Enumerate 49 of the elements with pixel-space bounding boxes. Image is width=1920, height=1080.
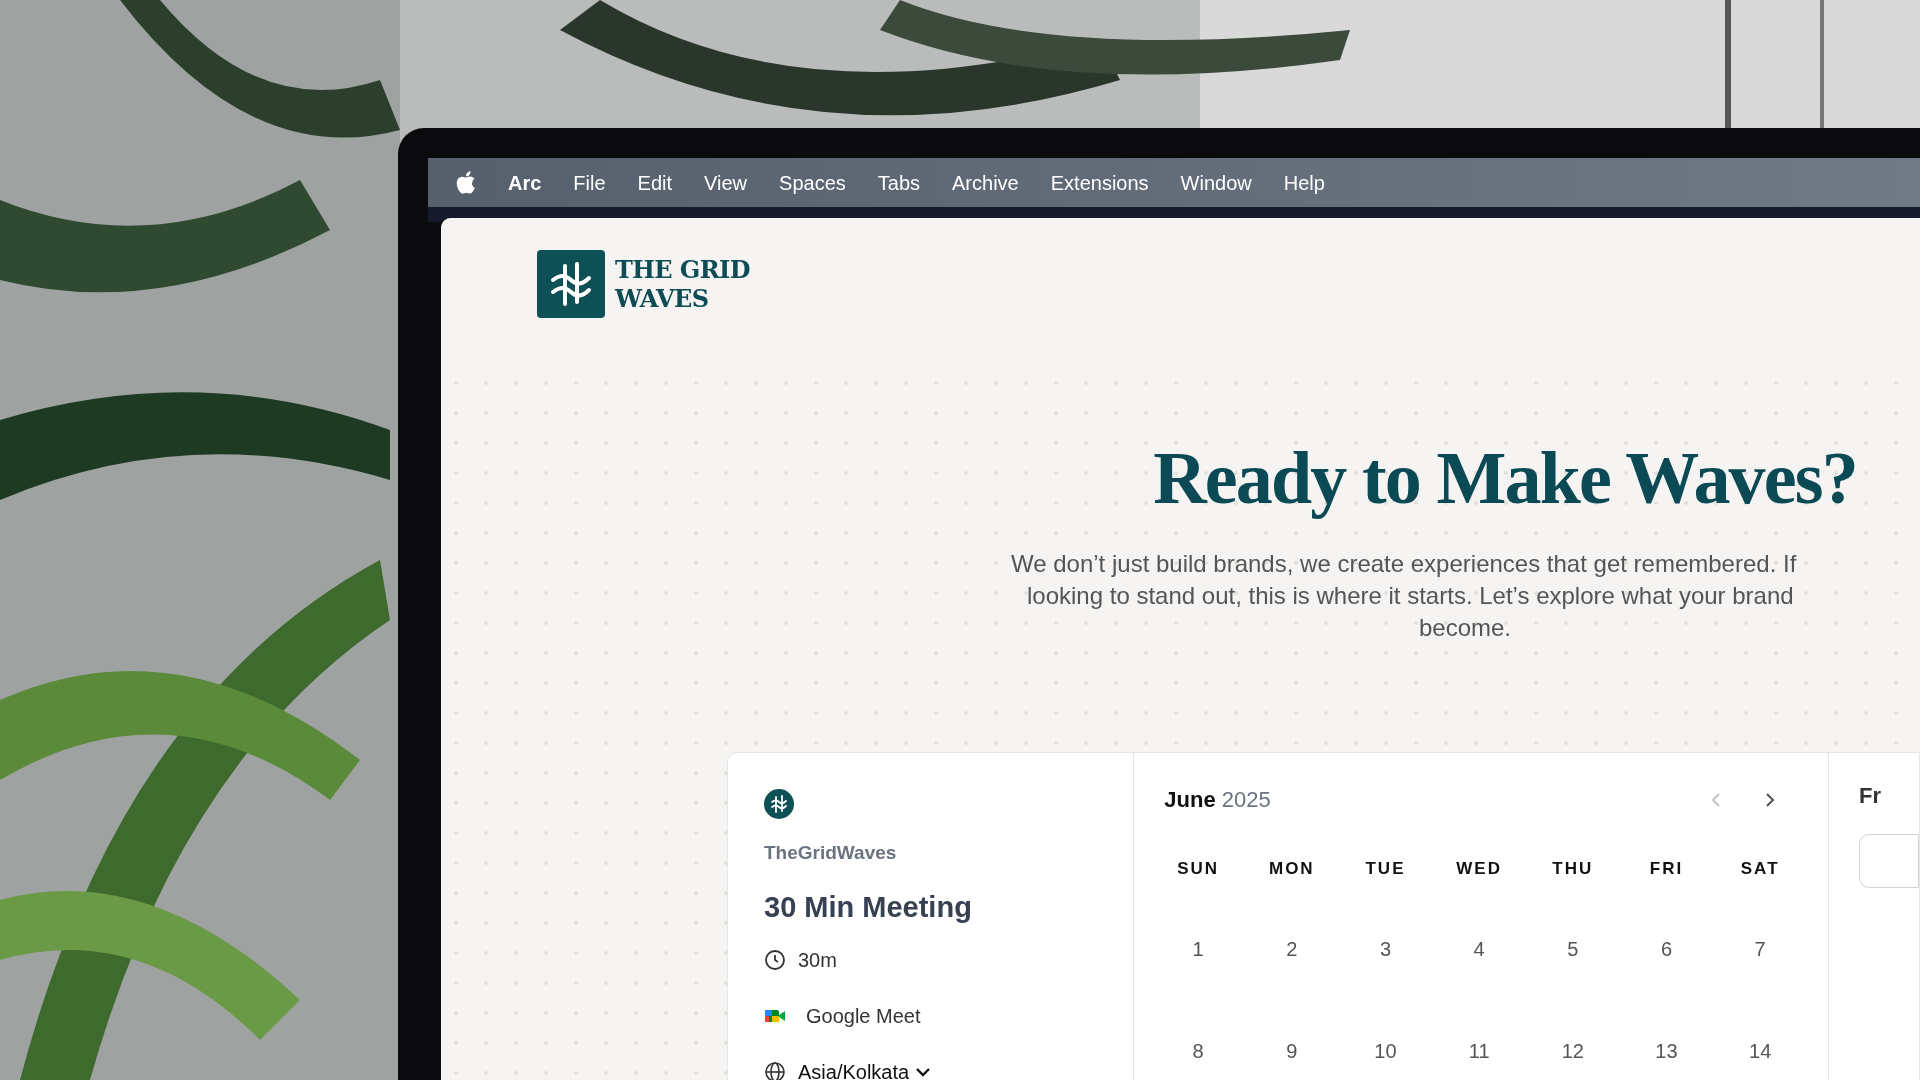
- panel-heading: Fr: [1859, 782, 1882, 810]
- weekday-label: SUN: [1177, 859, 1220, 878]
- menu-item[interactable]: Tabs: [877, 167, 921, 198]
- duration-text: 30m: [798, 948, 837, 973]
- calendar-day[interactable]: 11: [1468, 1039, 1490, 1062]
- calendar-day[interactable]: 1: [1192, 937, 1204, 960]
- logo-icon[interactable]: [537, 250, 605, 318]
- calendar-day[interactable]: 8: [1192, 1039, 1204, 1062]
- weekday-label: THU: [1552, 859, 1594, 878]
- avatar-icon: [764, 789, 794, 819]
- calendar-day[interactable]: 10: [1374, 1039, 1397, 1062]
- menu-item[interactable]: Window: [1180, 167, 1252, 198]
- timezone-select[interactable]: Asia/Kolkata: [798, 1057, 932, 1080]
- calendar-day[interactable]: 12: [1561, 1039, 1584, 1062]
- hero-heading: Ready to Make Waves?: [1153, 436, 1857, 520]
- menu-item[interactable]: View: [704, 167, 748, 198]
- weekday-label: SAT: [1740, 859, 1780, 878]
- clock-icon: [764, 949, 786, 971]
- menu-item[interactable]: Edit: [637, 167, 673, 198]
- calendar-day[interactable]: 5: [1567, 937, 1579, 960]
- weekday-label: WED: [1456, 859, 1502, 878]
- weekday-label: TUE: [1365, 859, 1406, 878]
- brand-name: THE GRID WAVES: [615, 255, 750, 313]
- weekday-label: MON: [1268, 859, 1315, 878]
- organizer-name: TheGridWaves: [764, 841, 898, 865]
- apple-icon[interactable]: [456, 171, 476, 194]
- calendar-day[interactable]: 6: [1660, 937, 1673, 960]
- location-text: Google Meet: [806, 1004, 921, 1029]
- calendar-day[interactable]: 14: [1749, 1039, 1772, 1062]
- video-call-icon: [764, 1007, 786, 1025]
- hero-paragraph: We don’t just build brands, we create experiences that get remembered. If looking to stand out, this is where it starts. Let’s explore what your brand become.: [1011, 549, 1798, 643]
- calendar-day[interactable]: 3: [1379, 937, 1392, 960]
- calendar-day[interactable]: 13: [1655, 1039, 1678, 1062]
- app-menu[interactable]: Arc: [508, 167, 542, 198]
- menu-item[interactable]: Help: [1283, 167, 1325, 198]
- weekday-label: FRI: [1649, 859, 1684, 878]
- menu-item[interactable]: Extensions: [1050, 167, 1149, 198]
- month-label: June 2025: [1164, 786, 1271, 814]
- event-title: 30 Min Meeting: [764, 889, 973, 925]
- calendar-day[interactable]: 9: [1286, 1039, 1298, 1062]
- calendar-day[interactable]: 2: [1286, 937, 1298, 960]
- menu-item[interactable]: Spaces: [779, 167, 846, 198]
- calendar-day[interactable]: 7: [1754, 937, 1766, 960]
- menu-item[interactable]: Archive: [952, 167, 1019, 198]
- next-month-icon[interactable]: [1763, 790, 1777, 809]
- calendar-day[interactable]: 4: [1473, 937, 1485, 960]
- menu-item[interactable]: File: [573, 167, 606, 198]
- globe-icon: [764, 1061, 786, 1080]
- chevron-down-icon: [915, 1066, 932, 1078]
